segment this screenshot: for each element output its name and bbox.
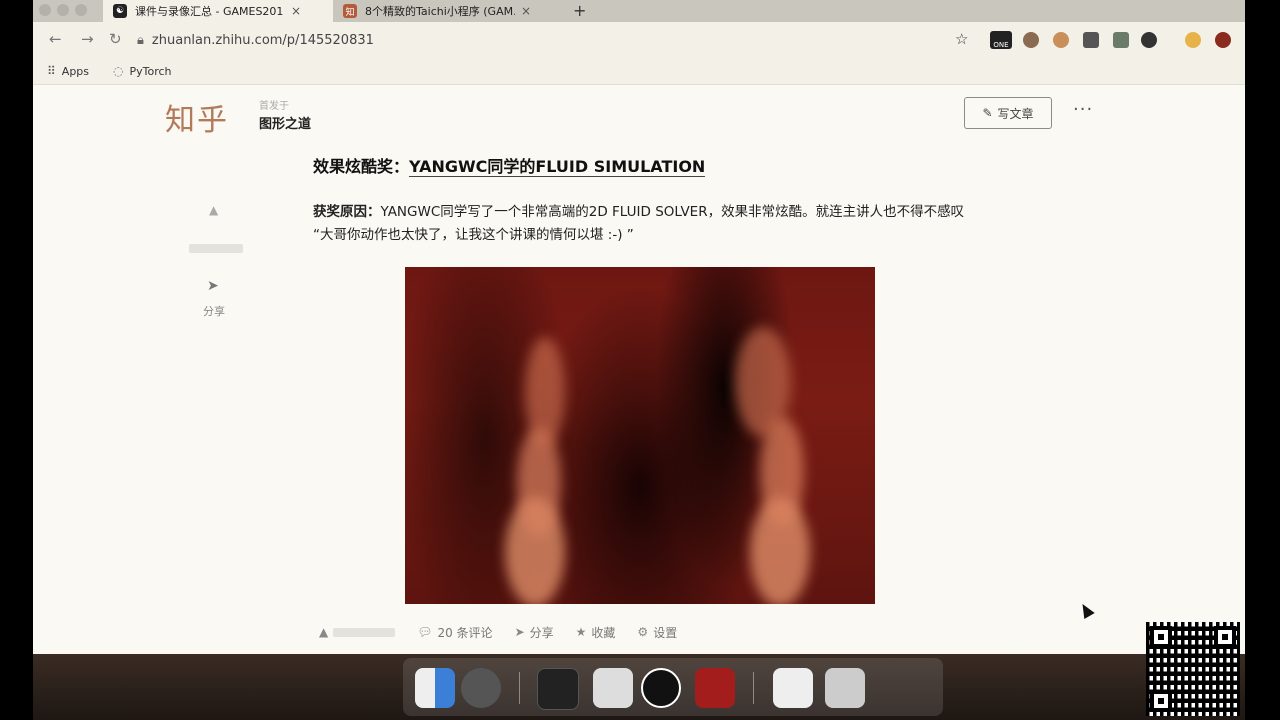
tab-label: 8个精致的Taichi小程序 (GAM... bbox=[365, 5, 515, 18]
paragraph-text: YANGWC同学写了一个非常高端的2D FLUID SOLVER，效果非常炫酷。… bbox=[313, 204, 965, 243]
extension-icon[interactable] bbox=[1083, 32, 1099, 48]
acrobat-app-icon[interactable] bbox=[695, 668, 735, 708]
globe-icon: ◌ bbox=[113, 64, 124, 78]
profile-avatar[interactable] bbox=[1215, 32, 1231, 48]
share-button[interactable]: ➤ 分享 bbox=[515, 624, 554, 641]
upvote-icon[interactable]: ▲ bbox=[209, 203, 218, 217]
write-article-label: 写文章 bbox=[997, 106, 1034, 121]
mouse-cursor bbox=[1077, 600, 1095, 620]
window-minimize-dot[interactable] bbox=[57, 4, 69, 16]
share-label: 分享 bbox=[529, 625, 554, 640]
comment-icon: 💬︎ bbox=[417, 625, 433, 639]
star-icon: ★ bbox=[575, 625, 587, 639]
publication-name[interactable]: 图形之道 bbox=[259, 113, 311, 132]
settings-label: 设置 bbox=[653, 625, 678, 640]
qr-finder bbox=[1150, 690, 1172, 712]
award-paragraph: 获奖原因：YANGWC同学写了一个非常高端的2D FLUID SOLVER，效果… bbox=[313, 201, 973, 247]
more-menu-button[interactable]: ··· bbox=[1073, 99, 1093, 120]
window-zoom-dot[interactable] bbox=[75, 4, 87, 16]
new-tab-button[interactable]: + bbox=[573, 0, 586, 22]
paper-plane-icon[interactable]: ➤ bbox=[207, 278, 219, 294]
extension-icon[interactable] bbox=[1141, 32, 1157, 48]
gear-icon: ⚙ bbox=[637, 625, 649, 639]
favorite-label: 收藏 bbox=[591, 625, 616, 640]
favorite-button[interactable]: ★ 收藏 bbox=[576, 624, 616, 641]
bookmarks-bar: ⠿ Apps ◌ PyTorch bbox=[33, 58, 1245, 85]
close-icon[interactable]: × bbox=[291, 4, 301, 18]
finder-app-icon[interactable] bbox=[415, 668, 455, 708]
bookmark-apps[interactable]: ⠿ Apps bbox=[47, 64, 89, 78]
upvote-button-blurred[interactable]: ▲ bbox=[319, 625, 396, 639]
section-heading: 效果炫酷奖：YANGWC同学的FLUID SIMULATION bbox=[313, 153, 706, 177]
left-plume-top bbox=[525, 337, 565, 447]
heading-link[interactable]: YANGWC同学的FLUID SIMULATION bbox=[409, 157, 706, 177]
dock-shelf bbox=[403, 658, 943, 716]
trash-icon[interactable] bbox=[825, 668, 865, 708]
onenote-extension-icon[interactable]: ONE bbox=[990, 31, 1012, 49]
bookmark-label: PyTorch bbox=[129, 64, 172, 78]
paragraph-bold: 获奖原因： bbox=[313, 204, 381, 220]
close-icon[interactable]: × bbox=[521, 4, 531, 18]
terminal-app-icon[interactable] bbox=[537, 668, 579, 710]
right-plume-top bbox=[735, 327, 791, 437]
window-close-dot[interactable] bbox=[39, 4, 51, 16]
qr-code-overlay bbox=[1146, 622, 1240, 716]
article-actions-bar: ▲ 💬︎ 20 条评论 ➤ 分享 ★ 收藏 ⚙ 设置 bbox=[319, 622, 699, 642]
zhihu-logo-icon: 知 bbox=[343, 4, 357, 18]
tab-taichi[interactable]: 知 8个精致的Taichi小程序 (GAM... × bbox=[333, 0, 563, 22]
toolbar: ← → ↻ 🔒︎ zhuanlan.zhihu.com/p/145520831 … bbox=[33, 22, 1245, 58]
tab-games201[interactable]: ☯ 课件与录像汇总 - GAMES201 ... × bbox=[103, 0, 333, 22]
qr-image-icon[interactable] bbox=[773, 668, 813, 708]
tab-label: 课件与录像汇总 - GAMES201 ... bbox=[135, 5, 285, 18]
qr-finder bbox=[1150, 626, 1172, 648]
publication-prefix: 首发于 bbox=[259, 101, 289, 112]
browser-window: ☯ 课件与录像汇总 - GAMES201 ... × 知 8个精致的Taichi… bbox=[33, 0, 1245, 654]
write-article-button[interactable]: ✎ 写文章 bbox=[964, 97, 1052, 129]
address-bar[interactable]: 🔒︎ zhuanlan.zhihu.com/p/145520831 bbox=[137, 27, 977, 53]
obs-app-icon[interactable] bbox=[641, 668, 681, 708]
dock-separator bbox=[753, 672, 754, 704]
zhihu-logo[interactable]: 知乎 bbox=[165, 95, 229, 139]
apps-grid-icon: ⠿ bbox=[47, 64, 56, 78]
fluid-simulation-image bbox=[405, 267, 875, 604]
upvote-icon: ▲ bbox=[319, 625, 329, 639]
lock-icon: 🔒︎ bbox=[137, 32, 144, 48]
edit-icon: ✎ bbox=[982, 106, 993, 120]
back-icon[interactable]: ← bbox=[49, 30, 62, 48]
share-icon: ➤ bbox=[514, 625, 525, 639]
qr-finder bbox=[1214, 626, 1236, 648]
upvote-count-blurred bbox=[189, 243, 243, 256]
article-page: 知乎 首发于 图形之道 ✎ 写文章 ··· 效果炫酷奖：YANGWC同学的FLU… bbox=[33, 85, 1245, 654]
side-share-label[interactable]: 分享 bbox=[203, 303, 225, 319]
comments-button[interactable]: 💬︎ 20 条评论 bbox=[417, 624, 492, 641]
reload-icon[interactable]: ↻ bbox=[109, 30, 122, 48]
url-text: zhuanlan.zhihu.com/p/145520831 bbox=[151, 32, 374, 48]
bookmark-star-icon[interactable]: ☆ bbox=[955, 30, 968, 48]
extension-icon[interactable] bbox=[1113, 32, 1129, 48]
chrome-app-icon[interactable] bbox=[461, 668, 501, 708]
forward-icon[interactable]: → bbox=[81, 30, 94, 48]
macos-dock bbox=[33, 654, 1245, 720]
extension-icon[interactable] bbox=[1023, 32, 1039, 48]
keynote-app-icon[interactable] bbox=[593, 668, 633, 708]
extension-icon[interactable] bbox=[1053, 32, 1069, 48]
comments-label: 20 条评论 bbox=[437, 625, 493, 640]
dock-separator bbox=[519, 672, 520, 704]
lightbulb-icon[interactable] bbox=[1185, 32, 1201, 48]
bookmark-pytorch[interactable]: ◌ PyTorch bbox=[113, 64, 172, 78]
settings-button[interactable]: ⚙ 设置 bbox=[637, 624, 677, 641]
bookmark-label: Apps bbox=[61, 64, 90, 78]
heading-prefix: 效果炫酷奖： bbox=[313, 157, 410, 176]
yin-yang-icon: ☯ bbox=[113, 4, 127, 18]
tab-bar: ☯ 课件与录像汇总 - GAMES201 ... × 知 8个精致的Taichi… bbox=[33, 0, 1245, 22]
